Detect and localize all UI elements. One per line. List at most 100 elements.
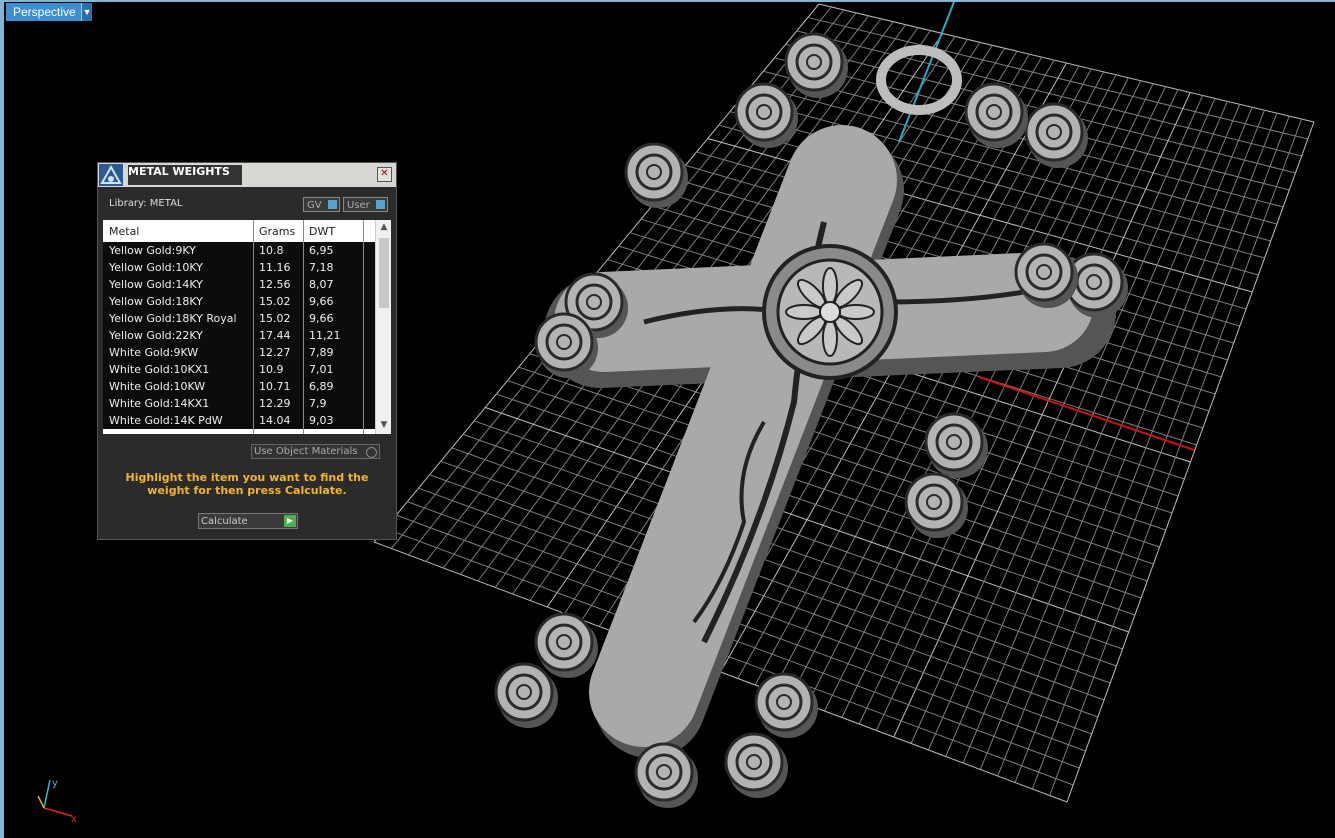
cell-metal: Yellow Gold:10KY — [109, 261, 203, 274]
column-header-dwt[interactable]: DWT — [309, 225, 335, 238]
table-row[interactable]: White Gold:10KW 10.71 6,89 — [103, 378, 375, 395]
grid-line — [979, 107, 1253, 770]
grid-line — [997, 110, 1265, 777]
cell-grams: 12.56 — [259, 278, 291, 291]
calculate-button[interactable]: Calculate ▶ — [198, 513, 298, 529]
cell-grams: 12.27 — [259, 346, 291, 359]
panel-titlebar[interactable]: METAL WEIGHTS ✕ — [98, 163, 396, 187]
rosette-petal — [822, 319, 838, 357]
x-axis-line — [978, 376, 1195, 451]
close-icon[interactable]: ✕ — [377, 167, 392, 182]
scroll-curl — [724, 732, 784, 792]
scroll-curl — [494, 662, 554, 722]
cell-metal: White Gold:9KW — [109, 346, 199, 359]
bail-loop — [876, 45, 962, 115]
cell-dwt: 7,01 — [309, 363, 334, 376]
scroll-curl — [754, 672, 814, 732]
cell-grams: 17.44 — [259, 329, 291, 342]
cell-grams: 10.9 — [259, 363, 284, 376]
scroll-curl — [534, 612, 594, 672]
scroll-curl — [904, 472, 964, 532]
table-row[interactable]: White Gold:9KW 12.27 7,89 — [103, 344, 375, 361]
scroll-curl — [1024, 102, 1084, 162]
scroll-down-icon[interactable]: ▼ — [376, 420, 391, 434]
user-toggle[interactable]: User — [343, 197, 388, 212]
cell-dwt: 9,66 — [309, 295, 334, 308]
table-header: Metal Grams DWT — [103, 220, 375, 242]
grid-line — [1066, 121, 1315, 803]
cell-dwt: 9,66 — [309, 312, 334, 325]
use-object-materials-checkbox[interactable]: Use Object Materials — [251, 444, 380, 459]
cell-grams: 15.02 — [259, 295, 291, 308]
cell-dwt: 6,89 — [309, 380, 334, 393]
rosette-center — [819, 301, 841, 323]
cell-grams: 15.02 — [259, 312, 291, 325]
scroll-up-icon[interactable]: ▲ — [376, 222, 391, 236]
panel-title: METAL WEIGHTS — [128, 165, 230, 178]
cell-metal: White Gold:14KX1 — [109, 397, 210, 410]
cell-metal: Yellow Gold:22KY — [109, 329, 203, 342]
radio-icon — [366, 447, 377, 458]
gv-toggle[interactable]: GV — [303, 197, 340, 212]
scroll-curl — [964, 82, 1024, 142]
cell-dwt: 7,9 — [309, 397, 327, 410]
cell-metal: Yellow Gold:9KY — [109, 244, 196, 257]
column-header-metal[interactable]: Metal — [109, 225, 139, 238]
cell-grams: 14.04 — [259, 414, 291, 427]
toggle-indicator-icon — [328, 200, 337, 209]
scroll-curl — [784, 32, 844, 92]
cell-metal: White Gold:10KX1 — [109, 363, 210, 376]
library-label: Library: METAL — [109, 198, 183, 209]
cell-grams: 11.16 — [259, 261, 291, 274]
column-divider — [363, 220, 364, 434]
scroll-curl — [924, 412, 984, 472]
axis-x-label: x — [71, 814, 77, 825]
cell-metal: Yellow Gold:18KY Royal — [109, 312, 237, 325]
panel-title-bg: METAL WEIGHTS — [128, 165, 242, 185]
metal-weights-panel: METAL WEIGHTS ✕ Library: METAL GV User M… — [97, 162, 397, 540]
table-row[interactable]: Yellow Gold:10KY 11.16 7,18 — [103, 259, 375, 276]
table-row[interactable]: Yellow Gold:9KY 10.8 6,95 — [103, 242, 375, 259]
cell-metal: Yellow Gold:18KY — [109, 295, 203, 308]
grid-line — [1031, 115, 1290, 790]
table-row[interactable]: White Gold:10KX1 10.9 7,01 — [103, 361, 375, 378]
scroll-curl — [634, 742, 694, 802]
app-logo-icon — [99, 164, 123, 186]
column-divider — [253, 220, 254, 434]
rosette-petal — [837, 304, 875, 320]
cell-grams: 10.71 — [259, 380, 291, 393]
cell-dwt: 8,07 — [309, 278, 334, 291]
cross-pendant-model[interactable] — [494, 32, 1128, 808]
table-row[interactable]: White Gold:14KX1 12.29 7,9 — [103, 395, 375, 412]
table-scrollbar[interactable]: ▲ ▼ — [375, 220, 391, 434]
instruction-text: Highlight the item you want to find the … — [125, 471, 369, 497]
cell-grams: 10.8 — [259, 244, 284, 257]
metal-table: Metal Grams DWT Yellow Gold:9KY 10.8 6,95 Y… — [103, 220, 391, 434]
table-row[interactable]: Yellow Gold:18KY Royal 15.02 9,66 — [103, 310, 375, 327]
scroll-curl — [1014, 242, 1074, 302]
column-header-grams[interactable]: Grams — [259, 225, 295, 238]
cell-dwt: 7,89 — [309, 346, 334, 359]
calculate-label: Calculate — [201, 516, 248, 527]
gv-toggle-label: GV — [307, 200, 322, 211]
view-label: Perspective — [13, 5, 76, 19]
user-toggle-label: User — [347, 200, 370, 211]
scroll-thumb[interactable] — [379, 238, 389, 308]
toggle-indicator-icon — [376, 200, 385, 209]
table-row[interactable]: Yellow Gold:22KY 17.44 11,21 — [103, 327, 375, 344]
scroll-curl — [734, 82, 794, 142]
cell-dwt: 11,21 — [309, 329, 341, 342]
cell-dwt: 9,03 — [309, 414, 334, 427]
table-row[interactable]: Yellow Gold:14KY 12.56 8,07 — [103, 276, 375, 293]
use-object-materials-label: Use Object Materials — [254, 446, 358, 457]
column-divider — [303, 220, 304, 434]
axis-triad-icon: y x — [37, 778, 77, 825]
cell-metal: White Gold:10KW — [109, 380, 206, 393]
table-row[interactable]: Yellow Gold:18KY 15.02 9,66 — [103, 293, 375, 310]
grid-line — [1014, 112, 1278, 783]
cell-metal: Yellow Gold:14KY — [109, 278, 203, 291]
cell-grams: 12.29 — [259, 397, 291, 410]
chevron-down-icon[interactable]: ▼ — [81, 3, 92, 21]
view-selector[interactable]: Perspective ▼ — [6, 3, 92, 21]
table-row[interactable]: White Gold:14K PdW 14.04 9,03 — [103, 412, 375, 429]
